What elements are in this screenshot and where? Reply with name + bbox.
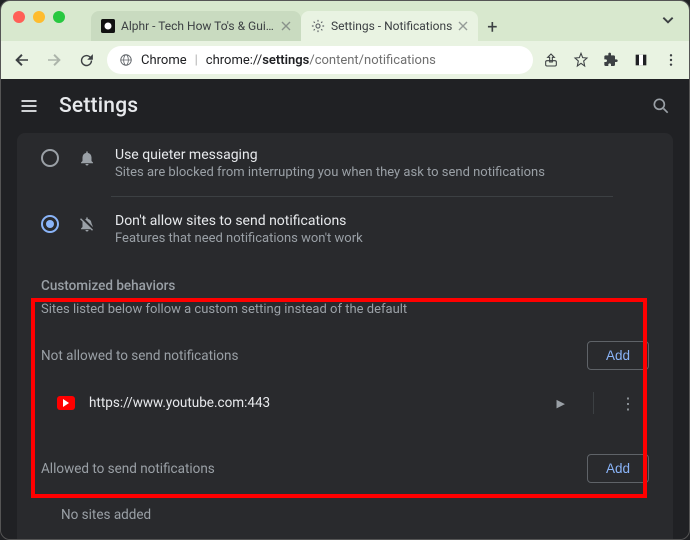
extensions-icon[interactable] [603, 52, 619, 68]
not-allowed-heading: Not allowed to send notifications [41, 348, 238, 364]
chevron-right-icon[interactable]: ▶ [543, 397, 579, 410]
fullscreen-window-button[interactable] [53, 11, 65, 23]
option-title: Don't allow sites to send notifications [115, 213, 363, 229]
tab-strip: Alphr - Tech How To's & Guide Settings -… [1, 1, 689, 41]
radio-on[interactable] [41, 215, 59, 233]
allowed-empty-text: No sites added [17, 493, 673, 529]
option-block-notifications[interactable]: Don't allow sites to send notifications … [17, 203, 673, 256]
browser-window: Alphr - Tech How To's & Guide Settings -… [0, 0, 690, 540]
toolbar: Chrome | chrome://settings/content/notif… [1, 41, 689, 79]
tab-title: Settings - Notifications [331, 19, 452, 33]
bell-off-icon [77, 215, 97, 233]
option-desc: Features that need notifications won't w… [115, 231, 363, 246]
forward-button[interactable] [43, 49, 65, 71]
customized-heading: Customized behaviors [17, 256, 673, 302]
site-actions-menu[interactable]: ⋮ [608, 394, 649, 413]
radio-off[interactable] [41, 149, 59, 167]
window-controls [13, 11, 65, 23]
allowed-add-button[interactable]: Add [587, 454, 649, 483]
bell-icon [77, 149, 97, 167]
share-icon[interactable] [543, 52, 559, 68]
tabs-overflow-button[interactable] [661, 13, 675, 27]
site-url: https://www.youtube.com:443 [89, 395, 529, 411]
separator [593, 392, 594, 414]
alphr-favicon [101, 19, 115, 33]
option-title: Use quieter messaging [115, 147, 545, 163]
site-chip-icon [119, 53, 133, 67]
settings-header: Settings [1, 79, 689, 133]
account-icon[interactable] [633, 52, 649, 68]
back-button[interactable] [11, 49, 33, 71]
omnibox-divider: | [195, 53, 198, 68]
gear-icon [311, 19, 325, 33]
overflow-menu-icon[interactable] [663, 52, 679, 68]
not-allowed-add-button[interactable]: Add [587, 341, 649, 370]
close-window-button[interactable] [13, 11, 25, 23]
tab-title: Alphr - Tech How To's & Guide [121, 19, 275, 33]
hamburger-icon[interactable] [19, 96, 39, 116]
settings-content: Use quieter messaging Sites are blocked … [1, 133, 689, 540]
omnibox-scheme: Chrome [141, 53, 187, 68]
search-icon[interactable] [651, 96, 671, 116]
tab-close-icon[interactable] [281, 21, 291, 31]
not-allowed-row: Not allowed to send notifications Add [17, 331, 673, 380]
omnibox-url: chrome://settings/content/notifications [206, 53, 436, 68]
divider [111, 196, 613, 197]
youtube-icon [57, 396, 75, 410]
minimize-window-button[interactable] [33, 11, 45, 23]
bookmark-icon[interactable] [573, 52, 589, 68]
tab-close-icon[interactable] [458, 21, 468, 31]
allowed-row: Allowed to send notifications Add [17, 444, 673, 493]
address-bar[interactable]: Chrome | chrome://settings/content/notif… [107, 46, 533, 74]
allowed-heading: Allowed to send notifications [41, 461, 215, 477]
customized-sub: Sites listed below follow a custom setti… [17, 302, 673, 331]
page-title: Settings [59, 94, 138, 118]
option-quieter-messaging[interactable]: Use quieter messaging Sites are blocked … [17, 137, 673, 190]
reload-button[interactable] [75, 49, 97, 71]
tab-settings[interactable]: Settings - Notifications [301, 11, 478, 41]
blocked-site-row[interactable]: https://www.youtube.com:443 ▶ ⋮ [17, 380, 673, 426]
tab-alphr[interactable]: Alphr - Tech How To's & Guide [91, 11, 301, 41]
option-desc: Sites are blocked from interrupting you … [115, 165, 545, 180]
new-tab-button[interactable]: + [478, 13, 506, 41]
